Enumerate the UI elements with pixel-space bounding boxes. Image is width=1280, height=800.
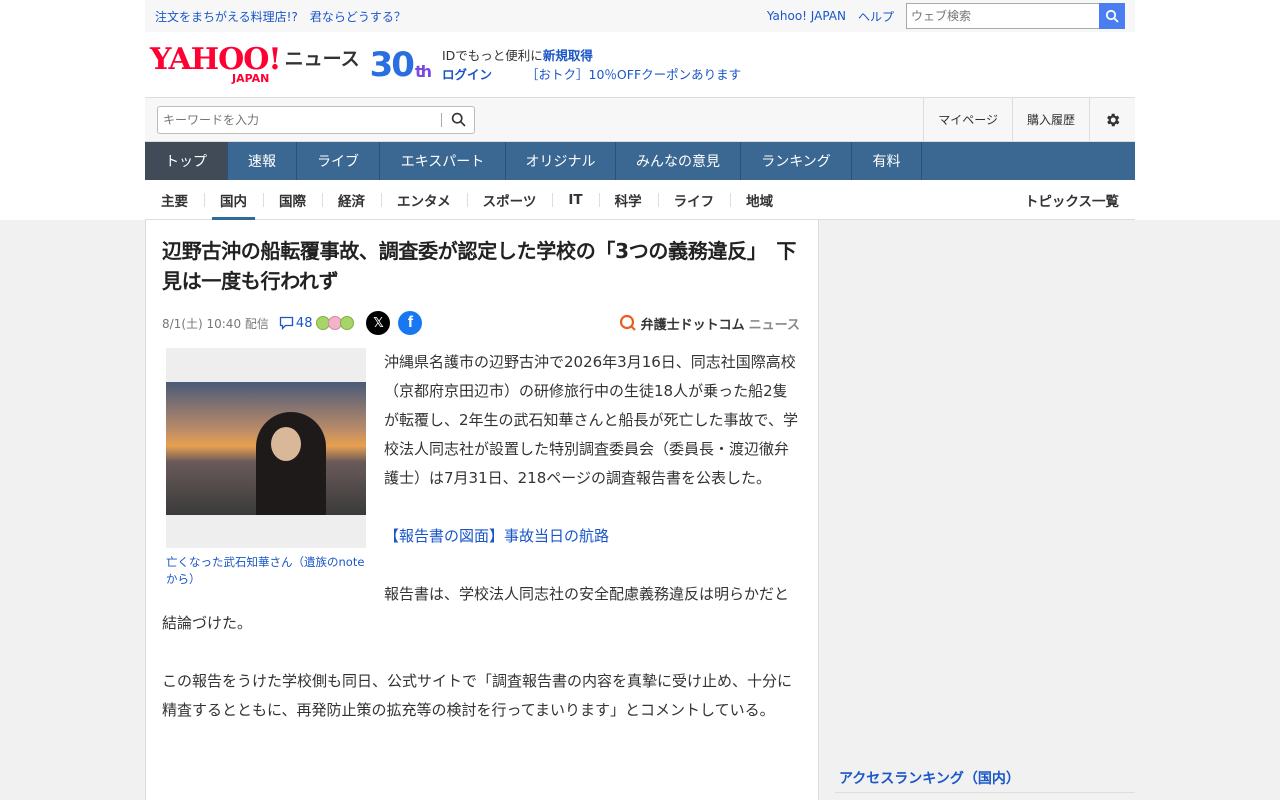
global-nav: トップ 速報 ライブ エキスパート オリジナル みんなの意見 ランキング 有料 [145, 142, 1135, 180]
nav-item[interactable]: エキスパート [380, 142, 506, 180]
nav-item[interactable]: みんなの意見 [616, 142, 741, 180]
share-facebook-button[interactable]: f [398, 311, 423, 335]
yahoo-japan-link[interactable]: Yahoo! JAPAN [767, 9, 846, 23]
category-tabs: 主要 国内 国際 経済 エンタメ スポーツ IT 科学 ライフ 地域 トピックス一覧 [145, 180, 1135, 220]
source-name: 弁護士ドットコム [640, 317, 745, 333]
category-tab[interactable]: 経済 [322, 180, 381, 220]
article: 辺野古沖の船転覆事故、調査委が認定した学校の「3つの義務違反」 下見は一度も行わ… [145, 220, 819, 800]
promo-bar: 注文をまちがえる料理店!? 君ならどうする？ Yahoo! JAPAN ヘルプ [145, 0, 1135, 32]
photo-person [256, 411, 326, 515]
keyword-search [157, 105, 475, 134]
nav-item[interactable]: ライブ [297, 142, 380, 180]
category-tab[interactable]: スポーツ [466, 180, 553, 220]
signup-link[interactable]: 新規取得 [543, 48, 593, 63]
category-tab[interactable]: ライフ [657, 180, 731, 220]
anniversary-number: 30 [369, 44, 415, 85]
category-tab[interactable]: 国際 [263, 180, 322, 220]
article-meta: 8/1(土) 10:40 配信 48 𝕏 f 弁護士ドットコム ニュース [162, 310, 802, 336]
reaction-icons [316, 316, 355, 330]
article-title: 辺野古沖の船転覆事故、調査委が認定した学校の「3つの義務違反」 下見は一度も行わ… [162, 239, 797, 293]
gear-icon [1107, 113, 1120, 126]
article-photo[interactable]: 亡くなった武石知華さん（遺族のnoteから） [166, 348, 368, 588]
source-logo[interactable]: 弁護士ドットコム ニュース [619, 314, 800, 333]
nav-item[interactable]: 速報 [228, 142, 297, 180]
paragraph-2: 報告書は、学校法人同志社の安全配慮義務違反は明らかだと結論づけた。 [162, 585, 790, 632]
logo-text: YAHOO! [150, 42, 282, 77]
sidebar: アクセスランキング（国内） [819, 220, 1135, 800]
web-search [906, 3, 1125, 29]
settings-button[interactable] [1089, 97, 1135, 142]
nav-item[interactable]: オリジナル [506, 142, 616, 180]
category-tab[interactable]: 国内 [204, 180, 263, 220]
web-search-button[interactable] [1099, 3, 1125, 29]
comment-icon [279, 316, 294, 330]
nav-item[interactable]: トップ [145, 142, 228, 180]
anniversary-badge: 30 th [369, 44, 432, 85]
source-sub: ニュース [748, 317, 800, 333]
keyword-search-button[interactable] [442, 112, 474, 127]
logo-sub: JAPAN [232, 72, 270, 85]
help-link[interactable]: ヘルプ [858, 8, 894, 25]
share-x-button[interactable]: 𝕏 [366, 311, 391, 335]
nav-item[interactable]: 有料 [852, 142, 922, 180]
comment-count: 48 [295, 315, 313, 331]
ranking-title[interactable]: アクセスランキング（国内） [839, 768, 1020, 788]
photo-image [166, 381, 366, 515]
yahoo-logo[interactable]: YAHOO! JAPAN [150, 42, 282, 85]
paragraph-3: この報告をうけた学校側も同日、公式サイトで「調査報告書の内容を真摯に受け止め、十… [162, 672, 793, 719]
figure-link-text[interactable]: 【報告書の図面】事故当日の航路 [384, 527, 609, 545]
topics-all-link[interactable]: トピックス一覧 [1025, 190, 1135, 210]
category-tab[interactable]: エンタメ [381, 180, 467, 220]
anniversary-suffix: th [414, 61, 432, 81]
category-tab[interactable]: 科学 [598, 180, 658, 220]
web-search-input[interactable] [906, 3, 1099, 29]
reaction-icon [340, 316, 355, 330]
bengoshi-logo-icon [619, 314, 636, 331]
section-name: ニュース [284, 48, 360, 70]
category-tab[interactable]: 地域 [730, 180, 789, 220]
tool-row: マイページ 購入履歴 [145, 97, 1135, 142]
keyword-input[interactable] [158, 112, 441, 127]
login-link[interactable]: ログイン [442, 65, 492, 84]
ranking-divider [835, 792, 1135, 793]
search-icon [1105, 9, 1119, 23]
nav-item[interactable]: ランキング [741, 142, 852, 180]
publish-date: 8/1(土) 10:40 配信 [162, 316, 269, 331]
promo-link[interactable]: 注文をまちがえる料理店!? 君ならどうする？ [155, 8, 406, 25]
category-tab[interactable]: IT [552, 180, 598, 220]
coupon-link[interactable]: ［おトク］10％OFFクーポンあります [526, 65, 741, 84]
photo-face [271, 426, 301, 461]
search-icon [451, 112, 466, 127]
id-box: IDでもっと便利に新規取得 ログイン ［おトク］10％OFFクーポンあります [442, 46, 741, 84]
category-tab[interactable]: 主要 [145, 180, 204, 220]
comments-link[interactable]: 48 [279, 316, 355, 331]
photo-caption: 亡くなった武石知華さん（遺族のnoteから） [166, 555, 365, 586]
mypage-link[interactable]: マイページ [923, 97, 1012, 142]
id-text: IDでもっと便利に [442, 47, 543, 63]
history-link[interactable]: 購入履歴 [1011, 97, 1089, 142]
masthead: YAHOO! JAPAN ニュース 30 th IDでもっと便利に新規取得 ログ… [145, 32, 1135, 98]
